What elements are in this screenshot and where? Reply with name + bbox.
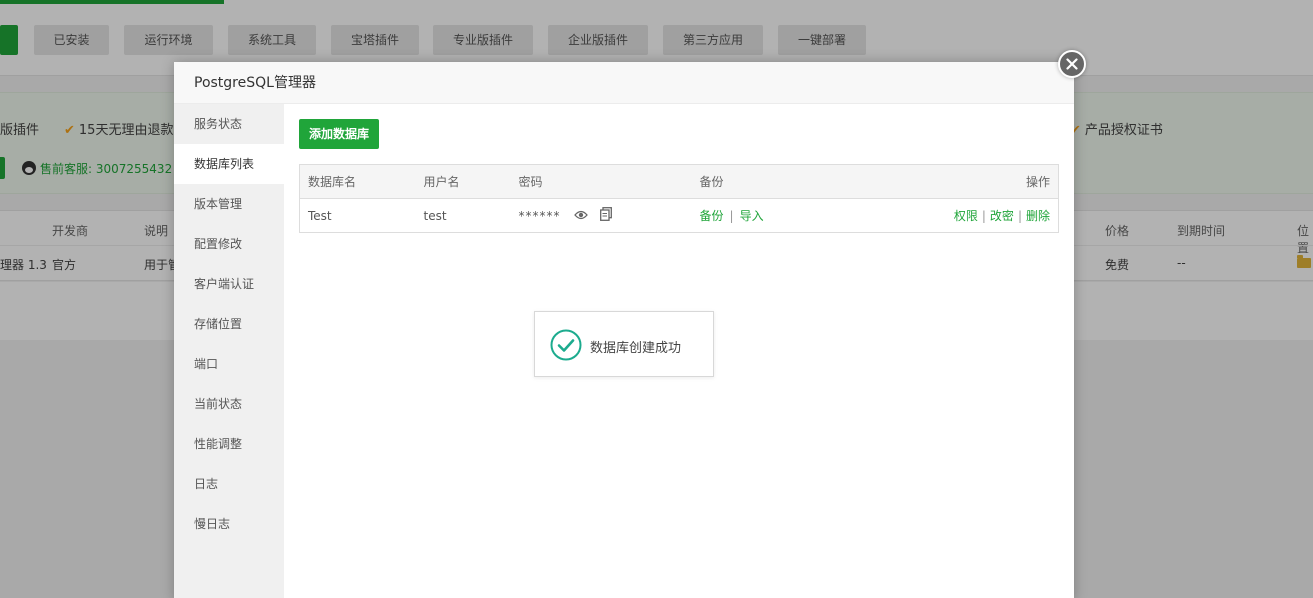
success-toast: 数据库创建成功: [534, 311, 714, 377]
sidebar-item-version-management[interactable]: 版本管理: [174, 184, 284, 224]
th-username: 用户名: [415, 164, 511, 199]
password-masked: ******: [518, 208, 561, 223]
table-header-row: 数据库名 用户名 密码 备份 操作: [299, 164, 1059, 199]
th-db-name: 数据库名: [299, 164, 416, 199]
separator: |: [981, 209, 986, 223]
sidebar-item-config-edit[interactable]: 配置修改: [174, 224, 284, 264]
th-backup: 备份: [691, 164, 872, 199]
sidebar-item-storage-location[interactable]: 存储位置: [174, 304, 284, 344]
backup-link[interactable]: 备份: [700, 209, 724, 223]
separator: |: [729, 209, 734, 223]
add-database-button[interactable]: 添加数据库: [299, 119, 380, 149]
sidebar-item-service-status[interactable]: 服务状态: [174, 104, 284, 144]
sidebar-item-slow-logs[interactable]: 慢日志: [174, 504, 284, 544]
sidebar-item-client-auth[interactable]: 客户端认证: [174, 264, 284, 304]
dialog-sidebar: 服务状态 数据库列表 版本管理 配置修改 客户端认证 存储位置 端口 当前状态 …: [174, 104, 284, 598]
sidebar-item-current-status[interactable]: 当前状态: [174, 384, 284, 424]
cell-db-name: Test: [308, 208, 332, 223]
change-password-link[interactable]: 改密: [990, 209, 1014, 223]
eye-icon[interactable]: [574, 209, 589, 223]
cell-password: ******: [511, 199, 692, 233]
import-link[interactable]: 导入: [740, 209, 764, 223]
separator: |: [1017, 209, 1022, 223]
sidebar-item-logs[interactable]: 日志: [174, 464, 284, 504]
cell-backup: 备份 | 导入: [692, 199, 872, 233]
close-dialog-button[interactable]: [1058, 50, 1086, 78]
cell-operations: 权限 | 改密 | 删除: [872, 199, 1059, 233]
cell-username: test: [423, 208, 447, 223]
copy-icon[interactable]: [600, 207, 613, 224]
database-table: 数据库名 用户名 密码 备份 操作 Test test ****** 备份 | …: [299, 164, 1059, 233]
table-row: Test test ****** 备份 | 导入 权限 | 改密 | 删除: [300, 199, 1059, 233]
success-check-icon: [550, 329, 582, 364]
delete-link[interactable]: 删除: [1026, 209, 1050, 223]
sidebar-item-performance-tuning[interactable]: 性能调整: [174, 424, 284, 464]
dialog-title: PostgreSQL管理器: [174, 62, 1074, 104]
sidebar-item-port[interactable]: 端口: [174, 344, 284, 384]
toast-message: 数据库创建成功: [590, 341, 682, 356]
permissions-link[interactable]: 权限: [954, 209, 978, 223]
sidebar-item-database-list[interactable]: 数据库列表: [174, 144, 284, 184]
th-operations: 操作: [871, 164, 1059, 199]
close-icon: [1066, 58, 1078, 70]
th-password: 密码: [510, 164, 692, 199]
